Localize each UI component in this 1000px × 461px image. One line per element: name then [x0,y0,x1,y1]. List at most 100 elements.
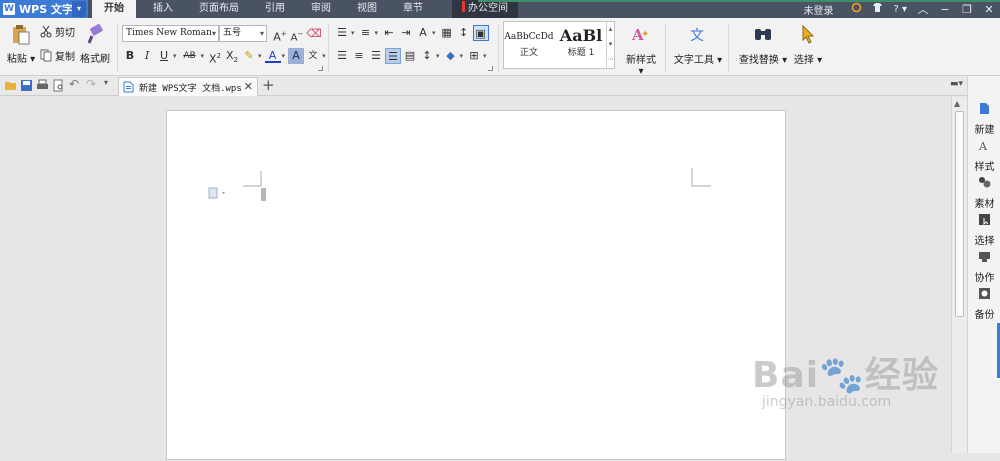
style-gallery-scroll[interactable]: ▴ ▾ ⋯ [606,22,614,68]
highlight-icon[interactable]: ✎ [241,48,257,64]
chevron-down-icon[interactable]: ▾ [201,52,205,60]
task-pane-style[interactable]: A 样式 [968,139,1000,173]
tab-home[interactable]: 开始 [92,0,136,18]
tab-page-layout[interactable]: 页面布局 [186,0,252,18]
separator [328,24,329,72]
task-pane-new[interactable]: 新建 [968,102,1000,136]
cut-button[interactable]: 剪切 [40,24,81,39]
sort-icon[interactable]: ↕ [456,25,472,41]
style-heading1[interactable]: AaBl 标题 1 [556,22,606,68]
select-button[interactable]: 选择 ▾ [790,23,826,66]
numbered-list-icon[interactable]: ≡ [358,25,374,41]
paste-button[interactable]: 粘贴 ▾ [4,24,38,65]
tab-section[interactable]: 章节 [390,0,436,18]
chevron-down-icon[interactable]: ▾ [375,29,379,37]
collapse-ribbon-icon[interactable]: ︿ [912,1,934,17]
align-center-icon[interactable]: ≡ [351,48,367,64]
chevron-down-icon[interactable]: ▾ [282,52,286,60]
distributed-icon[interactable]: ▤ [402,48,418,64]
task-pane: 新建 A 样式 素材 选择 协作 备份 [967,76,1000,453]
restore-icon[interactable]: ❐ [956,3,978,16]
chevron-down-icon[interactable]: ▾ [173,52,177,60]
text-direction-icon[interactable]: A [415,25,431,41]
tab-references[interactable]: 引用 [252,0,298,18]
undo-icon[interactable]: ↶ [69,77,82,91]
app-menu-button[interactable]: W WPS 文字 ▾ [0,0,88,18]
task-pane-select-label: 选择 [974,236,995,247]
print-icon[interactable] [36,79,49,92]
chevron-down-icon[interactable]: ▾ [483,52,487,60]
login-status[interactable]: 未登录 [798,2,838,17]
subscript-icon[interactable]: X2 [224,48,240,64]
app-dropdown-icon[interactable]: ▾ [72,1,86,17]
help-icon[interactable]: ? ▾ [888,4,912,15]
skin-icon[interactable] [846,2,867,16]
style-normal[interactable]: AaBbCcDd 正文 [504,22,554,68]
phonetic-icon[interactable]: 文 [305,48,321,64]
increase-indent-icon[interactable]: ⇥ [398,25,414,41]
new-style-button[interactable]: A ✦ 新样式 ▾ [622,23,660,77]
font-dialog-launcher-icon[interactable] [318,66,323,71]
table-icon[interactable]: ▦ [439,25,455,41]
chevron-down-icon[interactable]: ▾ [460,52,464,60]
clear-format-icon[interactable]: ⌫ [306,26,322,42]
text-tools-button[interactable]: 文 文字工具 ▾ [672,23,724,66]
redo-icon[interactable]: ↷ [86,77,99,91]
char-shading-icon[interactable]: A [288,48,305,64]
vertical-scrollbar[interactable]: ▲ [951,97,967,453]
bullet-list-icon[interactable]: ☰ [334,25,350,41]
task-pane-select[interactable]: 选择 [968,213,1000,247]
scrollbar-thumb[interactable] [955,111,964,317]
tab-list-icon[interactable]: ▬▾ [950,79,963,89]
tab-insert[interactable]: 插入 [140,0,186,18]
grow-font-icon[interactable]: A+ [272,26,288,44]
bold-icon[interactable]: B [122,48,138,64]
customize-toolbar-icon[interactable]: ▾ [104,78,117,91]
paste-options-icon[interactable] [208,187,228,199]
close-tab-icon[interactable]: ✕ [244,80,253,93]
show-marks-icon[interactable]: ▣ [472,25,489,41]
save-icon[interactable] [20,79,33,92]
italic-icon[interactable]: I [139,48,155,64]
task-pane-backup[interactable]: 备份 [968,287,1000,321]
tab-review[interactable]: 审阅 [298,0,344,18]
font-color-icon[interactable]: A [264,49,281,63]
document-tab[interactable]: 新建 WPS文字 文档.wps ✕ [118,77,258,96]
shirt-icon[interactable] [867,2,888,16]
align-left-icon[interactable]: ☰ [334,48,350,64]
chevron-down-icon[interactable]: ▾ [322,52,326,60]
document-page[interactable] [166,110,786,460]
line-spacing-icon[interactable]: ↕ [419,48,435,64]
decrease-indent-icon[interactable]: ⇤ [381,25,397,41]
chevron-down-icon[interactable]: ▾ [436,52,440,60]
scroll-up-icon[interactable]: ▲ [954,99,960,108]
print-preview-icon[interactable] [52,79,65,92]
shading-icon[interactable]: ◆ [443,48,459,64]
font-family-select[interactable]: Times New Roman ▾ [122,25,219,42]
find-replace-button[interactable]: 查找替换 ▾ [735,23,791,66]
font-size-select[interactable]: 五号 ▾ [219,25,267,42]
task-pane-material-label: 素材 [974,199,995,210]
new-doc-icon [980,103,989,114]
chevron-down-icon[interactable]: ▾ [351,29,355,37]
shrink-font-icon[interactable]: A− [289,26,305,43]
align-right-icon[interactable]: ☰ [368,48,384,64]
task-pane-collaborate[interactable]: 协作 [968,250,1000,284]
underline-icon[interactable]: U [156,48,172,64]
open-folder-icon[interactable] [4,79,17,92]
minimize-icon[interactable]: − [934,3,956,16]
new-tab-icon[interactable]: + [262,76,275,94]
border-icon[interactable]: ⊞ [466,48,482,64]
strikethrough-icon[interactable]: AB [180,48,200,64]
format-painter-button[interactable]: 格式刷 [78,23,112,65]
close-icon[interactable]: ✕ [978,3,1000,16]
superscript-icon[interactable]: X2 [207,48,223,66]
chevron-down-icon[interactable]: ▾ [432,29,436,37]
tab-office-space[interactable]: 办公空间 [452,0,518,18]
chevron-down-icon[interactable]: ▾ [258,52,262,60]
copy-button[interactable]: 复制 [40,48,81,63]
tab-view[interactable]: 视图 [344,0,390,18]
justify-icon[interactable]: ☰ [385,48,401,64]
paragraph-dialog-launcher-icon[interactable] [488,66,493,71]
task-pane-material[interactable]: 素材 [968,176,1000,210]
